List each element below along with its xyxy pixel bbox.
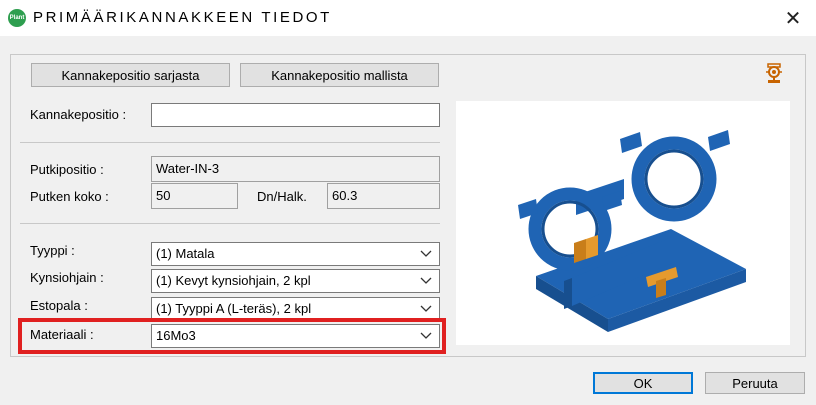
close-button[interactable]: ✕ [770, 0, 816, 36]
materiaali-highlight-frame [18, 318, 446, 354]
kynsiohjain-label: Kynsiohjain : [30, 270, 104, 285]
kynsiohjain-dropdown[interactable]: (1) Kevyt kynsiohjain, 2 kpl [151, 269, 440, 293]
separator [20, 223, 440, 224]
ok-button[interactable]: OK [593, 372, 693, 394]
kannakepositio-label: Kannakepositio : [30, 107, 127, 122]
putken-koko-label: Putken koko : [30, 189, 109, 204]
kannakepositio-input[interactable] [151, 103, 440, 127]
from-model-button[interactable]: Kannakepositio mallista [240, 63, 439, 87]
chevron-down-icon [420, 277, 432, 284]
putkipositio-label: Putkipositio : [30, 162, 104, 177]
title-bar: Plant PRIMÄÄRIKANNAKKEEN TIEDOT ✕ [0, 0, 816, 36]
close-icon: ✕ [784, 7, 802, 30]
tyyppi-value: (1) Matala [156, 246, 215, 261]
separator [20, 142, 440, 143]
from-series-button[interactable]: Kannakepositio sarjasta [31, 63, 230, 87]
dn-halk-field: 60.3 [327, 183, 440, 209]
support-preview-image [456, 101, 790, 345]
tyyppi-dropdown[interactable]: (1) Matala [151, 242, 440, 266]
chevron-down-icon [420, 305, 432, 312]
support-config-icon[interactable] [763, 62, 785, 84]
plant-app-icon: Plant [8, 9, 26, 27]
kynsiohjain-value: (1) Kevyt kynsiohjain, 2 kpl [156, 273, 311, 288]
putken-koko-field: 50 [151, 183, 238, 209]
dialog-title: PRIMÄÄRIKANNAKKEEN TIEDOT [33, 9, 332, 26]
estopala-value: (1) Tyyppi A (L-teräs), 2 kpl [156, 301, 312, 316]
cancel-button[interactable]: Peruuta [705, 372, 805, 394]
dn-halk-label: Dn/Halk. [257, 189, 307, 204]
pipe-support-3d-model [518, 130, 746, 332]
estopala-label: Estopala : [30, 298, 88, 313]
tyyppi-label: Tyyppi : [30, 243, 75, 258]
putkipositio-field: Water-IN-3 [151, 156, 440, 182]
chevron-down-icon [420, 250, 432, 257]
